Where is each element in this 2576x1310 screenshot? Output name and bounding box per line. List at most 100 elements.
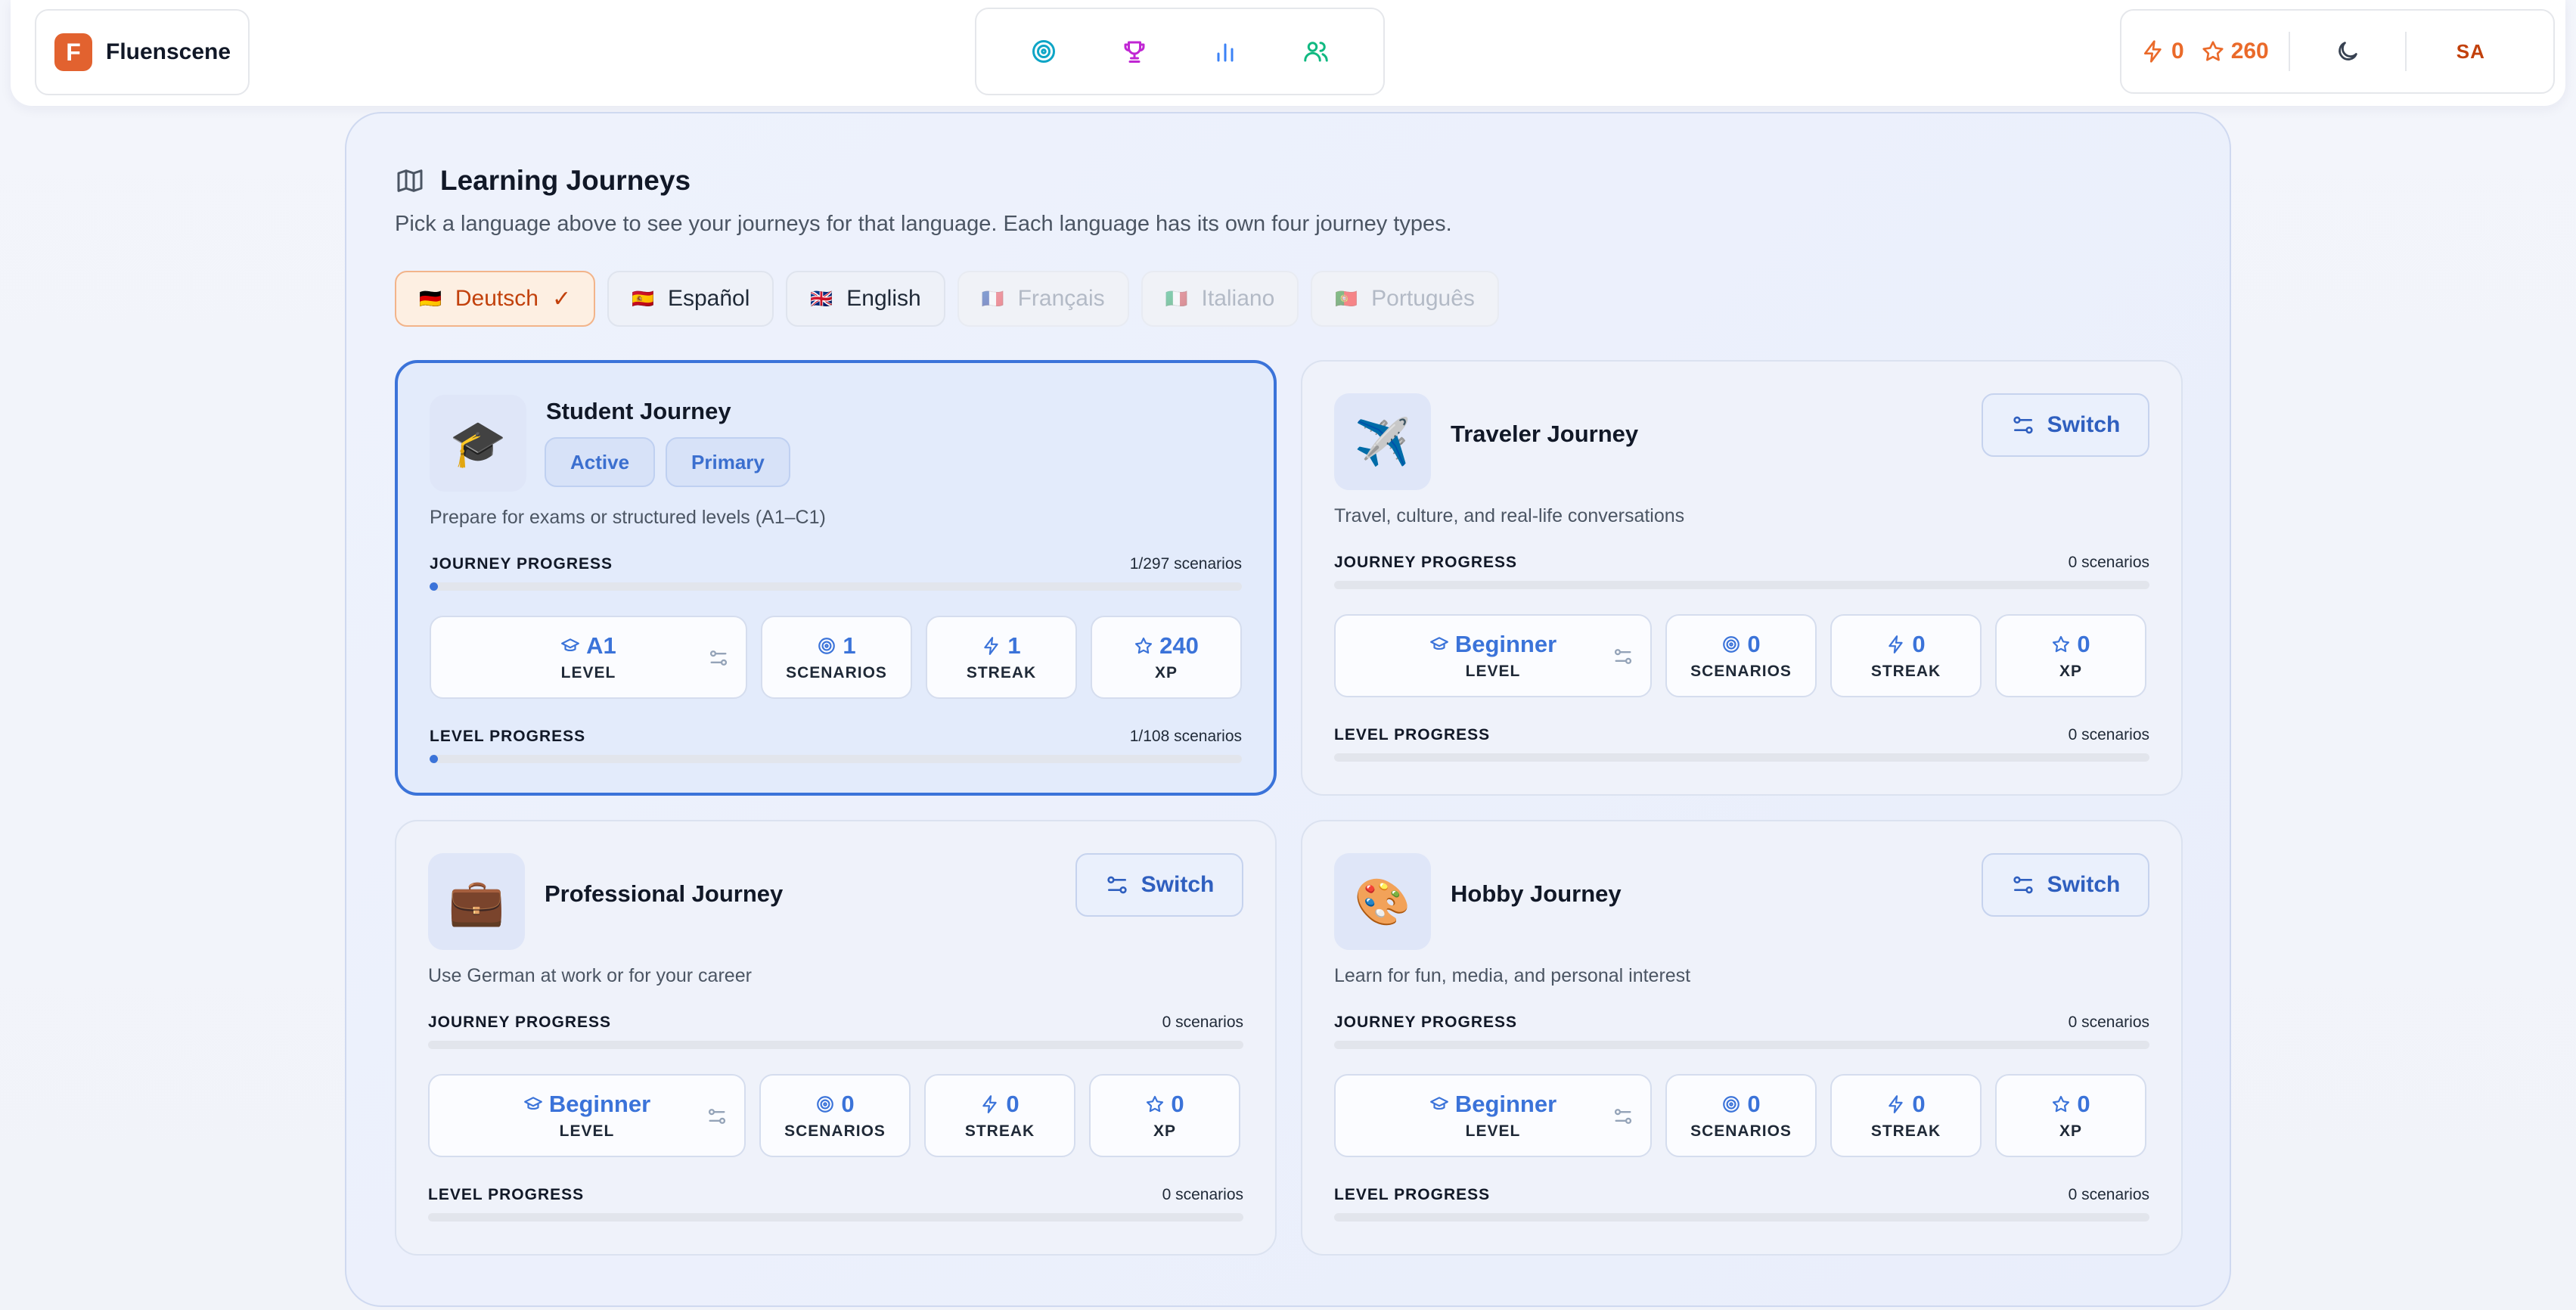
language-label: Italiano bbox=[1201, 286, 1275, 311]
star-icon bbox=[1135, 637, 1153, 654]
streak-label: STREAK bbox=[964, 1122, 1035, 1140]
lightning-icon bbox=[2144, 40, 2162, 63]
xp-tile: 0 XP bbox=[1089, 1074, 1240, 1157]
nav-scenarios-button[interactable] bbox=[1020, 27, 1068, 76]
language-label: English bbox=[846, 286, 921, 311]
switch-label: Switch bbox=[1141, 872, 1215, 897]
journey-progress-bar bbox=[1334, 581, 2149, 589]
language-tab-english[interactable]: 🇬🇧 English bbox=[786, 271, 945, 327]
scenarios-tile: 0 SCENARIOS bbox=[759, 1074, 911, 1157]
level-progress-label: LEVEL PROGRESS bbox=[1334, 1186, 1491, 1203]
lightning-icon bbox=[1889, 1095, 1904, 1113]
flag-it-icon: 🇮🇹 bbox=[1165, 288, 1188, 309]
level-progress-bar bbox=[430, 755, 1242, 763]
target-icon bbox=[817, 1096, 834, 1113]
switch-level-icon[interactable] bbox=[706, 1106, 728, 1127]
sliders-icon bbox=[2013, 416, 2033, 434]
graduation-cap-icon bbox=[1429, 1097, 1448, 1110]
journey-progress-value: 0 scenarios bbox=[1162, 1014, 1243, 1031]
journey-progress-bar bbox=[1334, 1041, 2149, 1049]
xp-label: XP bbox=[2059, 1122, 2082, 1140]
xp-counter: 260 bbox=[2201, 39, 2269, 64]
streak-label: STREAK bbox=[966, 664, 1037, 681]
xp-tile: 0 XP bbox=[1995, 1074, 2146, 1157]
sliders-icon bbox=[1106, 876, 1127, 894]
level-value: Beginner bbox=[1454, 1091, 1557, 1117]
level-progress-row: LEVEL PROGRESS 0 scenarios bbox=[1334, 1186, 2149, 1204]
progress-fill bbox=[430, 755, 438, 763]
switch-level-icon[interactable] bbox=[708, 647, 729, 669]
level-label: LEVEL bbox=[1465, 1122, 1521, 1140]
nav-stats-button[interactable] bbox=[1201, 27, 1249, 76]
language-tab-francais: 🇫🇷 Français bbox=[957, 271, 1129, 327]
streak-tile: 0 STREAK bbox=[1830, 614, 1982, 697]
target-icon bbox=[1723, 1096, 1740, 1113]
scenarios-value: 0 bbox=[1747, 631, 1761, 657]
journey-progress-bar bbox=[430, 582, 1242, 591]
theme-toggle-button[interactable] bbox=[2328, 32, 2367, 71]
language-tab-espanol[interactable]: 🇪🇸 Español bbox=[607, 271, 774, 327]
map-icon bbox=[397, 169, 423, 192]
journey-progress-bar bbox=[428, 1041, 1243, 1049]
journey-progress-row: JOURNEY PROGRESS 0 scenarios bbox=[428, 1014, 1243, 1032]
journey-progress-value: 1/297 scenarios bbox=[1129, 555, 1242, 573]
journey-card-hobby[interactable]: 🎨 Hobby Journey Switch Learn for fun, me… bbox=[1301, 820, 2183, 1256]
journey-card-professional[interactable]: 💼 Professional Journey Switch Use German… bbox=[395, 820, 1277, 1256]
level-progress-value: 0 scenarios bbox=[2068, 726, 2149, 743]
switch-journey-button[interactable]: Switch bbox=[1982, 393, 2149, 457]
xp-value: 260 bbox=[2230, 39, 2269, 64]
level-progress-value: 1/108 scenarios bbox=[1129, 728, 1242, 745]
switch-journey-button[interactable]: Switch bbox=[1075, 853, 1243, 917]
language-label: Português bbox=[1371, 286, 1475, 311]
moon-icon bbox=[2338, 42, 2357, 61]
language-tab-deutsch[interactable]: 🇩🇪 Deutsch ✓ bbox=[395, 271, 596, 327]
flag-de-icon: 🇩🇪 bbox=[419, 288, 442, 309]
sliders-icon bbox=[2013, 876, 2033, 894]
level-progress-row: LEVEL PROGRESS 0 scenarios bbox=[1334, 726, 2149, 744]
graduation-cap-icon bbox=[561, 638, 580, 652]
airplane-icon: ✈️ bbox=[1334, 393, 1431, 490]
journey-description: Travel, culture, and real-life conversat… bbox=[1334, 505, 1685, 526]
nav-community-button[interactable] bbox=[1292, 27, 1340, 76]
level-progress-row: LEVEL PROGRESS 1/108 scenarios bbox=[430, 728, 1242, 746]
journey-description: Prepare for exams or structured levels (… bbox=[430, 507, 826, 528]
level-label: LEVEL bbox=[560, 664, 616, 681]
star-icon bbox=[2202, 41, 2224, 61]
journey-title: Hobby Journey bbox=[1451, 880, 1622, 907]
language-label: Français bbox=[1017, 286, 1105, 311]
journey-stats: Beginner LEVEL 0 SCENARIOS 0 STREAK 0 XP bbox=[1334, 614, 2146, 697]
graduation-cap-icon: 🎓 bbox=[430, 395, 526, 492]
nav-achievements-button[interactable] bbox=[1110, 27, 1159, 76]
level-value: A1 bbox=[586, 632, 616, 659]
scenarios-tile: 0 SCENARIOS bbox=[1665, 1074, 1817, 1157]
level-tile[interactable]: Beginner LEVEL bbox=[428, 1074, 746, 1157]
switch-journey-button[interactable]: Switch bbox=[1982, 853, 2149, 917]
xp-tile: 0 XP bbox=[1995, 614, 2146, 697]
user-avatar-button[interactable]: SA bbox=[2457, 40, 2485, 64]
flag-pt-icon: 🇵🇹 bbox=[1335, 288, 1358, 309]
journey-card-student[interactable]: 🎓 Student Journey Active Primary Prepare… bbox=[395, 360, 1277, 796]
language-tab-italiano: 🇮🇹 Italiano bbox=[1141, 271, 1299, 327]
header-stats: 0 260 SA bbox=[2120, 9, 2555, 94]
switch-level-icon[interactable] bbox=[1612, 646, 1634, 667]
scenarios-label: SCENARIOS bbox=[786, 664, 887, 681]
check-icon: ✓ bbox=[551, 286, 572, 312]
level-progress-label: LEVEL PROGRESS bbox=[430, 728, 586, 745]
panel-header: Learning Journeys bbox=[395, 165, 691, 197]
streak-tile: 1 STREAK bbox=[926, 616, 1077, 699]
brand-home-link[interactable]: F Fluenscene bbox=[35, 9, 250, 95]
lightning-icon bbox=[984, 637, 999, 655]
palette-icon: 🎨 bbox=[1334, 853, 1431, 950]
scenarios-tile: 1 SCENARIOS bbox=[761, 616, 912, 699]
app-logo: F bbox=[54, 33, 92, 71]
journey-stats: A1 LEVEL 1 SCENARIOS 1 STREAK 240 XP bbox=[430, 616, 1242, 699]
divider bbox=[2404, 32, 2407, 71]
level-tile[interactable]: Beginner LEVEL bbox=[1334, 1074, 1652, 1157]
level-tile[interactable]: A1 LEVEL bbox=[430, 616, 747, 699]
level-tile[interactable]: Beginner LEVEL bbox=[1334, 614, 1652, 697]
journey-card-traveler[interactable]: ✈️ Traveler Journey Switch Travel, cultu… bbox=[1301, 360, 2183, 796]
streak-tile: 0 STREAK bbox=[924, 1074, 1075, 1157]
target-icon bbox=[1723, 636, 1740, 653]
lightning-icon bbox=[1889, 635, 1904, 653]
switch-level-icon[interactable] bbox=[1612, 1106, 1634, 1127]
